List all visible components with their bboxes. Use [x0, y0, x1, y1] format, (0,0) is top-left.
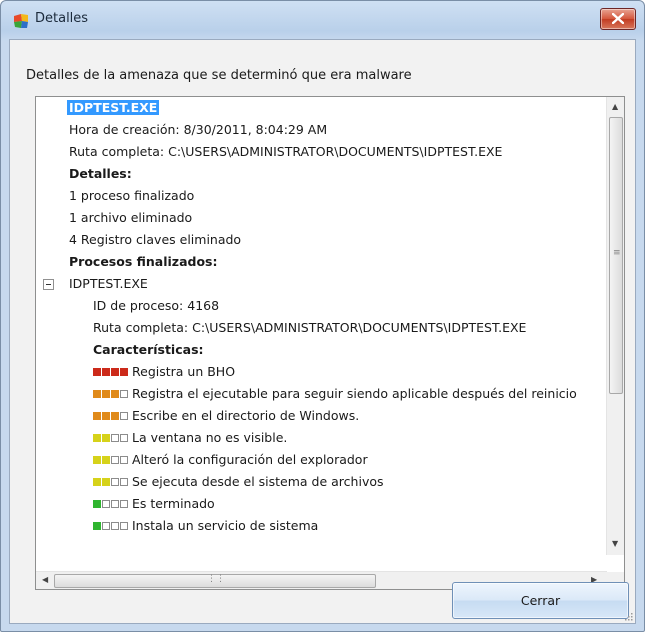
scroll-down-arrow-icon[interactable]: ▼: [612, 540, 618, 548]
details-tree-panel[interactable]: IDPTEST.EXE Hora de creación: 8/30/2011,…: [35, 96, 625, 590]
characteristic-label: Alteró la configuración del explorador: [132, 452, 368, 467]
avg-logo-icon: [14, 14, 28, 28]
characteristic-label: Se ejecuta desde el sistema de archivos: [132, 474, 384, 489]
characteristic-label: Instala un servicio de sistema: [132, 518, 319, 533]
severity-indicator-icon: [93, 405, 129, 427]
process-name: IDPTEST.EXE: [69, 276, 148, 291]
grip-icon: ⋮⋮: [207, 574, 225, 584]
selected-file-name[interactable]: IDPTEST.EXE: [67, 100, 160, 115]
tree-created-time: Hora de creación: 8/30/2011, 8:04:29 AM: [69, 122, 328, 137]
collapse-minus-icon[interactable]: [43, 279, 54, 290]
tree-file-path: Ruta completa: C:\USERS\ADMINISTRATOR\DO…: [69, 144, 503, 159]
characteristic-label: Es terminado: [132, 496, 215, 511]
tree-characteristics-heading: Características:: [93, 342, 204, 357]
close-button[interactable]: Cerrar: [452, 582, 629, 619]
dialog-body: Detalles de la amenaza que se determinó …: [9, 39, 636, 624]
severity-indicator-icon: [93, 361, 129, 383]
window-title: Detalles: [35, 11, 89, 26]
close-icon: [612, 13, 624, 24]
characteristic-label: Escribe en el directorio de Windows.: [132, 408, 360, 423]
grip-icon: ≡: [613, 248, 621, 258]
tree-detail-item: 1 archivo eliminado: [69, 210, 193, 225]
characteristic-item: Es terminado: [93, 493, 215, 515]
severity-indicator-icon: [93, 493, 129, 515]
details-tree[interactable]: IDPTEST.EXE Hora de creación: 8/30/2011,…: [36, 97, 607, 555]
threat-description: Detalles de la amenaza que se determinó …: [26, 68, 412, 83]
tree-detail-item: 4 Registro claves eliminado: [69, 232, 242, 247]
severity-indicator-icon: [93, 449, 129, 471]
scroll-up-arrow-icon[interactable]: ▲: [612, 103, 618, 111]
severity-indicator-icon: [93, 383, 129, 405]
characteristic-label: La ventana no es visible.: [132, 430, 288, 445]
characteristic-item: Registra un BHO: [93, 361, 235, 383]
tree-details-heading: Detalles:: [69, 166, 132, 181]
vertical-scrollbar[interactable]: ▲ ≡ ▼: [606, 97, 624, 555]
characteristic-label: Registra un BHO: [132, 364, 236, 379]
tree-process-path: Ruta completa: C:\USERS\ADMINISTRATOR\DO…: [93, 320, 527, 335]
severity-indicator-icon: [93, 471, 129, 493]
vertical-scroll-thumb[interactable]: ≡: [609, 117, 623, 394]
window-close-button[interactable]: [600, 8, 636, 30]
characteristic-item: Se ejecuta desde el sistema de archivos: [93, 471, 384, 493]
resize-grip-icon[interactable]: [623, 611, 633, 621]
severity-indicator-icon: [93, 515, 129, 537]
characteristic-label: Registra el ejecutable para seguir siend…: [132, 386, 577, 401]
severity-indicator-icon: [93, 427, 129, 449]
tree-detail-item: 1 proceso finalizado: [69, 188, 195, 203]
tree-process-node[interactable]: IDPTEST.EXE: [43, 273, 148, 295]
tree-processes-heading: Procesos finalizados:: [69, 254, 218, 269]
details-dialog: Detalles Detalles de la amenaza que se d…: [0, 0, 645, 632]
title-bar[interactable]: Detalles: [1, 1, 644, 39]
characteristic-item: Instala un servicio de sistema: [93, 515, 318, 537]
tree-process-pid: ID de proceso: 4168: [93, 298, 220, 313]
characteristic-item: Alteró la configuración del explorador: [93, 449, 368, 471]
horizontal-scroll-thumb[interactable]: ⋮⋮: [54, 574, 376, 588]
tree-file-name[interactable]: IDPTEST.EXE: [67, 97, 160, 119]
characteristic-item: La ventana no es visible.: [93, 427, 287, 449]
characteristic-item: Escribe en el directorio de Windows.: [93, 405, 359, 427]
characteristic-item: Registra el ejecutable para seguir siend…: [93, 383, 577, 405]
scroll-left-arrow-icon[interactable]: ◀: [42, 576, 48, 584]
